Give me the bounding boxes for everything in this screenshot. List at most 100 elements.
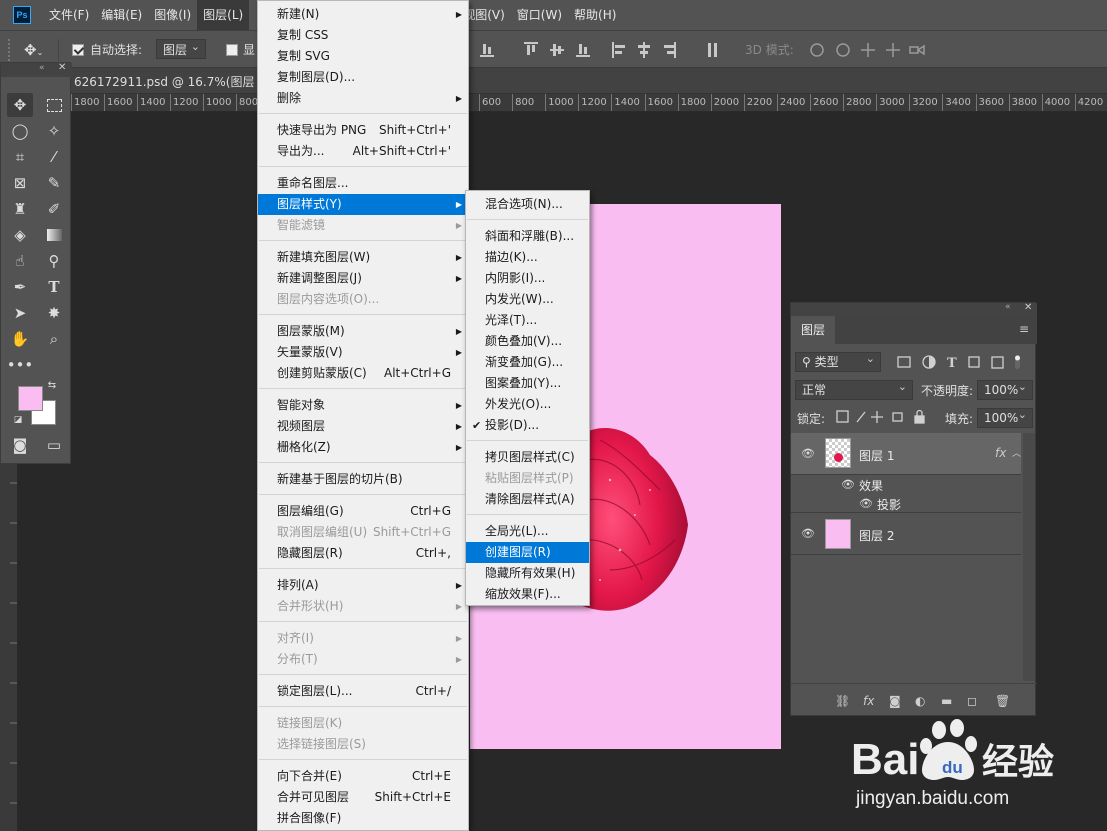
delete-layer-icon[interactable]: 🗑	[995, 694, 1010, 708]
menu-item[interactable]: 缩放效果(F)...	[466, 584, 589, 605]
screen-mode-icon[interactable]: ▭	[41, 433, 67, 457]
link-layers-icon[interactable]: ⛓	[835, 694, 850, 708]
menu-item[interactable]: 拷贝图层样式(C)	[466, 447, 589, 468]
menu-item[interactable]: 图案叠加(Y)...	[466, 373, 589, 394]
filter-smart-object-icon[interactable]	[991, 356, 1004, 369]
layer-row-2[interactable]: 👁 图层 2	[791, 513, 1021, 555]
menu-item[interactable]: 复制图层(D)...	[258, 67, 468, 88]
lock-position-icon[interactable]	[871, 411, 883, 423]
menu-edit[interactable]: 编辑(E)	[95, 0, 148, 30]
layer-filter-dropdown[interactable]: ⚲ 类型	[795, 350, 881, 372]
align-left-edges-icon[interactable]	[612, 42, 625, 58]
filter-pixel-icon[interactable]	[897, 356, 911, 368]
menu-image[interactable]: 图像(I)	[148, 0, 197, 30]
swap-colors-icon[interactable]: ⇆	[45, 379, 59, 393]
smudge-tool-icon[interactable]: ☝	[7, 249, 33, 273]
menu-item[interactable]: 渐变叠加(G)...	[466, 352, 589, 373]
layers-panel-header[interactable]: « ✕	[791, 302, 1037, 316]
menu-item[interactable]: 图层编组(G) Ctrl+G	[258, 501, 468, 522]
menu-item[interactable]: 新建调整图层(J) ▶	[258, 268, 468, 289]
menu-item[interactable]: 创建图层(R)	[466, 542, 589, 563]
menu-item[interactable]: 图层样式(Y) ▶	[258, 194, 468, 215]
menu-item[interactable]: 复制 CSS	[258, 25, 468, 46]
new-layer-icon[interactable]: ◻	[967, 694, 977, 708]
menu-item[interactable]: 矢量蒙版(V) ▶	[258, 342, 468, 363]
align-vcenter-icon[interactable]	[550, 44, 564, 56]
menu-item[interactable]: 智能对象 ▶	[258, 395, 468, 416]
menu-item[interactable]: 栅格化(Z) ▶	[258, 437, 468, 458]
zoom-tool-icon[interactable]: ⌕	[41, 327, 67, 351]
3d-roll-icon[interactable]	[836, 43, 850, 57]
menu-item[interactable]: 排列(A) ▶	[258, 575, 468, 596]
marquee-tool-icon[interactable]	[41, 93, 67, 117]
lock-artboard-icon[interactable]	[892, 412, 903, 422]
menu-help[interactable]: 帮助(H)	[568, 0, 622, 30]
hand-tool-icon[interactable]: ✋	[7, 327, 33, 351]
more-tools-icon[interactable]: •••	[7, 353, 34, 377]
eye-icon[interactable]: 👁	[801, 527, 815, 540]
history-brush-tool-icon[interactable]: ✐	[41, 197, 67, 221]
crop-tool-icon[interactable]: ⌗	[7, 145, 33, 169]
drop-shadow-effect-row[interactable]: 👁 投影	[791, 494, 1021, 513]
menu-item[interactable]: 描边(K)...	[466, 247, 589, 268]
collapse-icon[interactable]: «	[39, 63, 45, 73]
menu-item[interactable]: 拼合图像(F)	[258, 808, 468, 829]
menu-window[interactable]: 窗口(W)	[511, 0, 568, 30]
eye-icon[interactable]: 👁	[859, 497, 873, 510]
tab-layers[interactable]: 图层	[791, 316, 835, 344]
menu-item[interactable]: 锁定图层(L)... Ctrl+/	[258, 681, 468, 702]
close-icon[interactable]: ✕	[1024, 302, 1032, 313]
fill-field[interactable]: 100%	[977, 406, 1033, 428]
auto-select-checkbox[interactable]	[72, 39, 84, 61]
menu-item[interactable]: 创建剪贴蒙版(C) Alt+Ctrl+G	[258, 363, 468, 384]
stamp-tool-icon[interactable]: ♜	[7, 197, 33, 221]
lock-all-icon[interactable]	[914, 415, 925, 424]
add-style-icon[interactable]: fx	[863, 694, 874, 708]
collapse-icon[interactable]: «	[1005, 302, 1011, 312]
move-tool-icon[interactable]: ✥	[7, 93, 33, 117]
menu-item[interactable]: 图层蒙版(M) ▶	[258, 321, 468, 342]
pen-tool-icon[interactable]: ✒	[7, 275, 33, 299]
align-bottom-icon[interactable]	[480, 44, 494, 57]
menu-layer[interactable]: 图层(L)	[197, 0, 250, 30]
dodge-tool-icon[interactable]: ⚲	[41, 249, 67, 273]
menu-item[interactable]: 向下合并(E) Ctrl+E	[258, 766, 468, 787]
new-group-icon[interactable]: ▬	[941, 694, 952, 708]
menu-item[interactable]: 快速导出为 PNG Shift+Ctrl+'	[258, 120, 468, 141]
brush-tool-icon[interactable]: ✎	[41, 171, 67, 195]
align-bottom-edges-icon[interactable]	[576, 44, 590, 57]
3d-scale-icon[interactable]	[909, 44, 925, 56]
menu-file[interactable]: 文件(F)	[43, 0, 95, 30]
menu-item[interactable]: 颜色叠加(V)...	[466, 331, 589, 352]
magic-wand-tool-icon[interactable]: ✧	[41, 119, 67, 143]
default-colors-icon[interactable]: ◪	[11, 413, 25, 427]
document-tab[interactable]: 626172911.psd @ 16.7%(图层 1,	[70, 68, 1107, 94]
menu-item[interactable]: 混合选项(N)...	[466, 194, 589, 215]
eraser-tool-icon[interactable]: ◈	[7, 223, 33, 247]
fx-icon[interactable]: fx	[995, 446, 1006, 460]
align-hcenter-icon[interactable]	[638, 42, 650, 58]
menu-item[interactable]: 清除图层样式(A)	[466, 489, 589, 510]
opacity-field[interactable]: 100%	[977, 378, 1033, 400]
eyedropper-tool-icon[interactable]: ⁄	[41, 145, 67, 169]
menu-item[interactable]: 内发光(W)...	[466, 289, 589, 310]
move-tool-icon[interactable]: ✥⌄	[24, 39, 43, 61]
effects-row[interactable]: 👁 效果	[791, 475, 1021, 494]
lock-transparent-icon[interactable]	[836, 410, 849, 423]
close-icon[interactable]: ✕	[58, 62, 66, 73]
type-tool-icon[interactable]: T	[41, 275, 67, 299]
show-transform-checkbox[interactable]	[226, 39, 238, 61]
menu-item[interactable]: 导出为... Alt+Shift+Ctrl+'	[258, 141, 468, 162]
3d-slide-icon[interactable]	[886, 43, 900, 57]
menu-item[interactable]: ✔ 投影(D)...	[466, 415, 589, 436]
layers-scrollbar[interactable]	[1023, 433, 1035, 681]
frame-tool-icon[interactable]: ⊠	[7, 171, 33, 195]
add-mask-icon[interactable]: ◙	[889, 694, 901, 708]
menu-item[interactable]: 全局光(L)...	[466, 521, 589, 542]
menu-item[interactable]: 新建填充图层(W) ▶	[258, 247, 468, 268]
menu-item[interactable]: 隐藏所有效果(H)	[466, 563, 589, 584]
eye-icon[interactable]: 👁	[841, 478, 855, 491]
auto-select-dropdown[interactable]: 图层	[156, 37, 207, 61]
menu-item[interactable]: 新建(N) ▶	[258, 4, 468, 25]
blend-mode-dropdown[interactable]: 正常	[795, 378, 913, 400]
